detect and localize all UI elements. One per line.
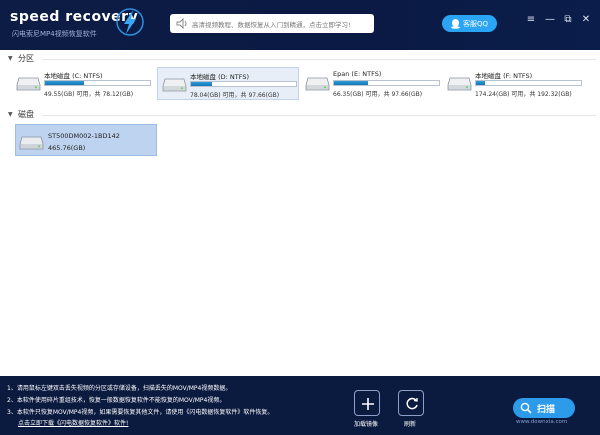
partition-item[interactable]: Epan (E: NTFS) 66.35(GB) 可用，共 97.66(GB) [301, 67, 443, 100]
notice-text[interactable]: 高清视频教程、数据恢复从入门到精通，点击立即学习! [192, 19, 351, 29]
hard-drive-icon [16, 77, 41, 91]
restore-icon[interactable]: ⧉ [561, 13, 575, 27]
title-bar: speed recovery 闪电索尼MP4视频恢复软件 高清视频教程、数据恢复… [0, 0, 600, 50]
partition-name: Epan (E: NTFS) [333, 70, 382, 78]
partition-item[interactable]: 本地磁盘 (C: NTFS) 49.55(GB) 可用，共 78.12(GB) [12, 67, 154, 100]
disks-section-label: 磁盘 [18, 110, 34, 119]
scan-button-label: 扫描 [537, 405, 556, 415]
hard-drive-icon [162, 78, 187, 92]
usage-bar [44, 80, 151, 86]
disk-size: 465.76(GB) [48, 144, 86, 152]
usage-bar-fill [45, 81, 84, 85]
qq-button-label: 客服QQ [463, 20, 489, 28]
main-panel: ▼ 分区 本地磁盘 (C: NTFS) 49.55(GB) 可用，共 78.12(… [0, 50, 600, 376]
plus-icon [362, 398, 374, 410]
partitions-section-header[interactable]: ▼ 分区 [4, 53, 596, 65]
notice-banner[interactable]: 高清视频教程、数据恢复从入门到精通，点击立即学习! [170, 14, 374, 33]
section-divider [42, 115, 596, 116]
section-divider [42, 59, 596, 60]
load-image-label: 加载镜像 [354, 421, 379, 428]
download-recovery-software-link[interactable]: 点击立即下载《闪电数据恢复软件》软件! [18, 418, 128, 427]
load-image-button[interactable] [354, 390, 380, 416]
collapse-arrow-icon[interactable]: ▼ [8, 55, 13, 62]
partitions-section-label: 分区 [18, 54, 34, 63]
collapse-arrow-icon[interactable]: ▼ [8, 111, 13, 118]
customer-service-qq-button[interactable]: 客服QQ [442, 15, 497, 32]
usage-bar-fill [334, 81, 368, 85]
hard-drive-icon [305, 77, 330, 91]
speaker-icon [176, 18, 187, 29]
partition-size: 49.55(GB) 可用，共 78.12(GB) [44, 91, 134, 98]
partition-item[interactable]: 本地磁盘 (D: NTFS) 78.04(GB) 可用，共 97.66(GB) [157, 67, 299, 100]
partition-item[interactable]: 本地磁盘 (F: NTFS) 174.24(GB) 可用，共 192.32(GB) [443, 67, 585, 100]
hard-drive-icon [447, 77, 472, 91]
tip-line: 1、请用鼠标左键双击丢失视频的分区或存储设备，扫描丢失的MOV/MP4视频数据。 [7, 385, 232, 392]
search-icon [520, 402, 532, 414]
menu-icon[interactable]: ≡ [524, 13, 538, 27]
partition-size: 66.35(GB) 可用，共 97.66(GB) [333, 91, 423, 98]
close-icon[interactable]: ✕ [579, 13, 593, 27]
partition-size: 174.24(GB) 可用，共 192.32(GB) [475, 91, 572, 98]
minimize-icon[interactable]: — [543, 13, 557, 27]
partition-name: 本地磁盘 (F: NTFS) [475, 72, 533, 80]
app-subtitle: 闪电索尼MP4视频恢复软件 [12, 30, 97, 38]
tip-line: 2、本软件使用碎片重组技术，恢复一般数据恢复软件不能恢复的MOV/MP4视频。 [7, 397, 226, 404]
usage-bar [475, 80, 582, 86]
lightning-logo-icon [116, 8, 144, 36]
usage-bar [190, 81, 297, 87]
disks-section-header[interactable]: ▼ 磁盘 [4, 109, 596, 121]
usage-bar-fill [476, 81, 486, 85]
refresh-button[interactable] [398, 390, 424, 416]
refresh-label: 刷新 [404, 421, 417, 428]
qq-icon [451, 19, 460, 29]
tip-line: 3、本软件只恢复MOV/MP4视频，如果需要恢复其他文件，请使用《闪电数据恢复软… [7, 409, 274, 416]
partition-name: 本地磁盘 (C: NTFS) [44, 72, 103, 80]
partition-size: 78.04(GB) 可用，共 97.66(GB) [190, 92, 280, 99]
footer: 1、请用鼠标左键双击丢失视频的分区或存储设备，扫描丢失的MOV/MP4视频数据。… [0, 376, 600, 435]
usage-bar [333, 80, 440, 86]
disk-item[interactable]: ST500DM002-1BD142 465.76(GB) [15, 124, 157, 156]
usage-bar-fill [191, 82, 212, 86]
refresh-icon [406, 397, 418, 410]
watermark-text: www.downxia.com [516, 419, 568, 425]
scan-button[interactable]: 扫描 [513, 398, 575, 418]
hard-drive-icon [19, 136, 44, 150]
disk-name: ST500DM002-1BD142 [48, 132, 120, 140]
partition-name: 本地磁盘 (D: NTFS) [190, 73, 249, 81]
